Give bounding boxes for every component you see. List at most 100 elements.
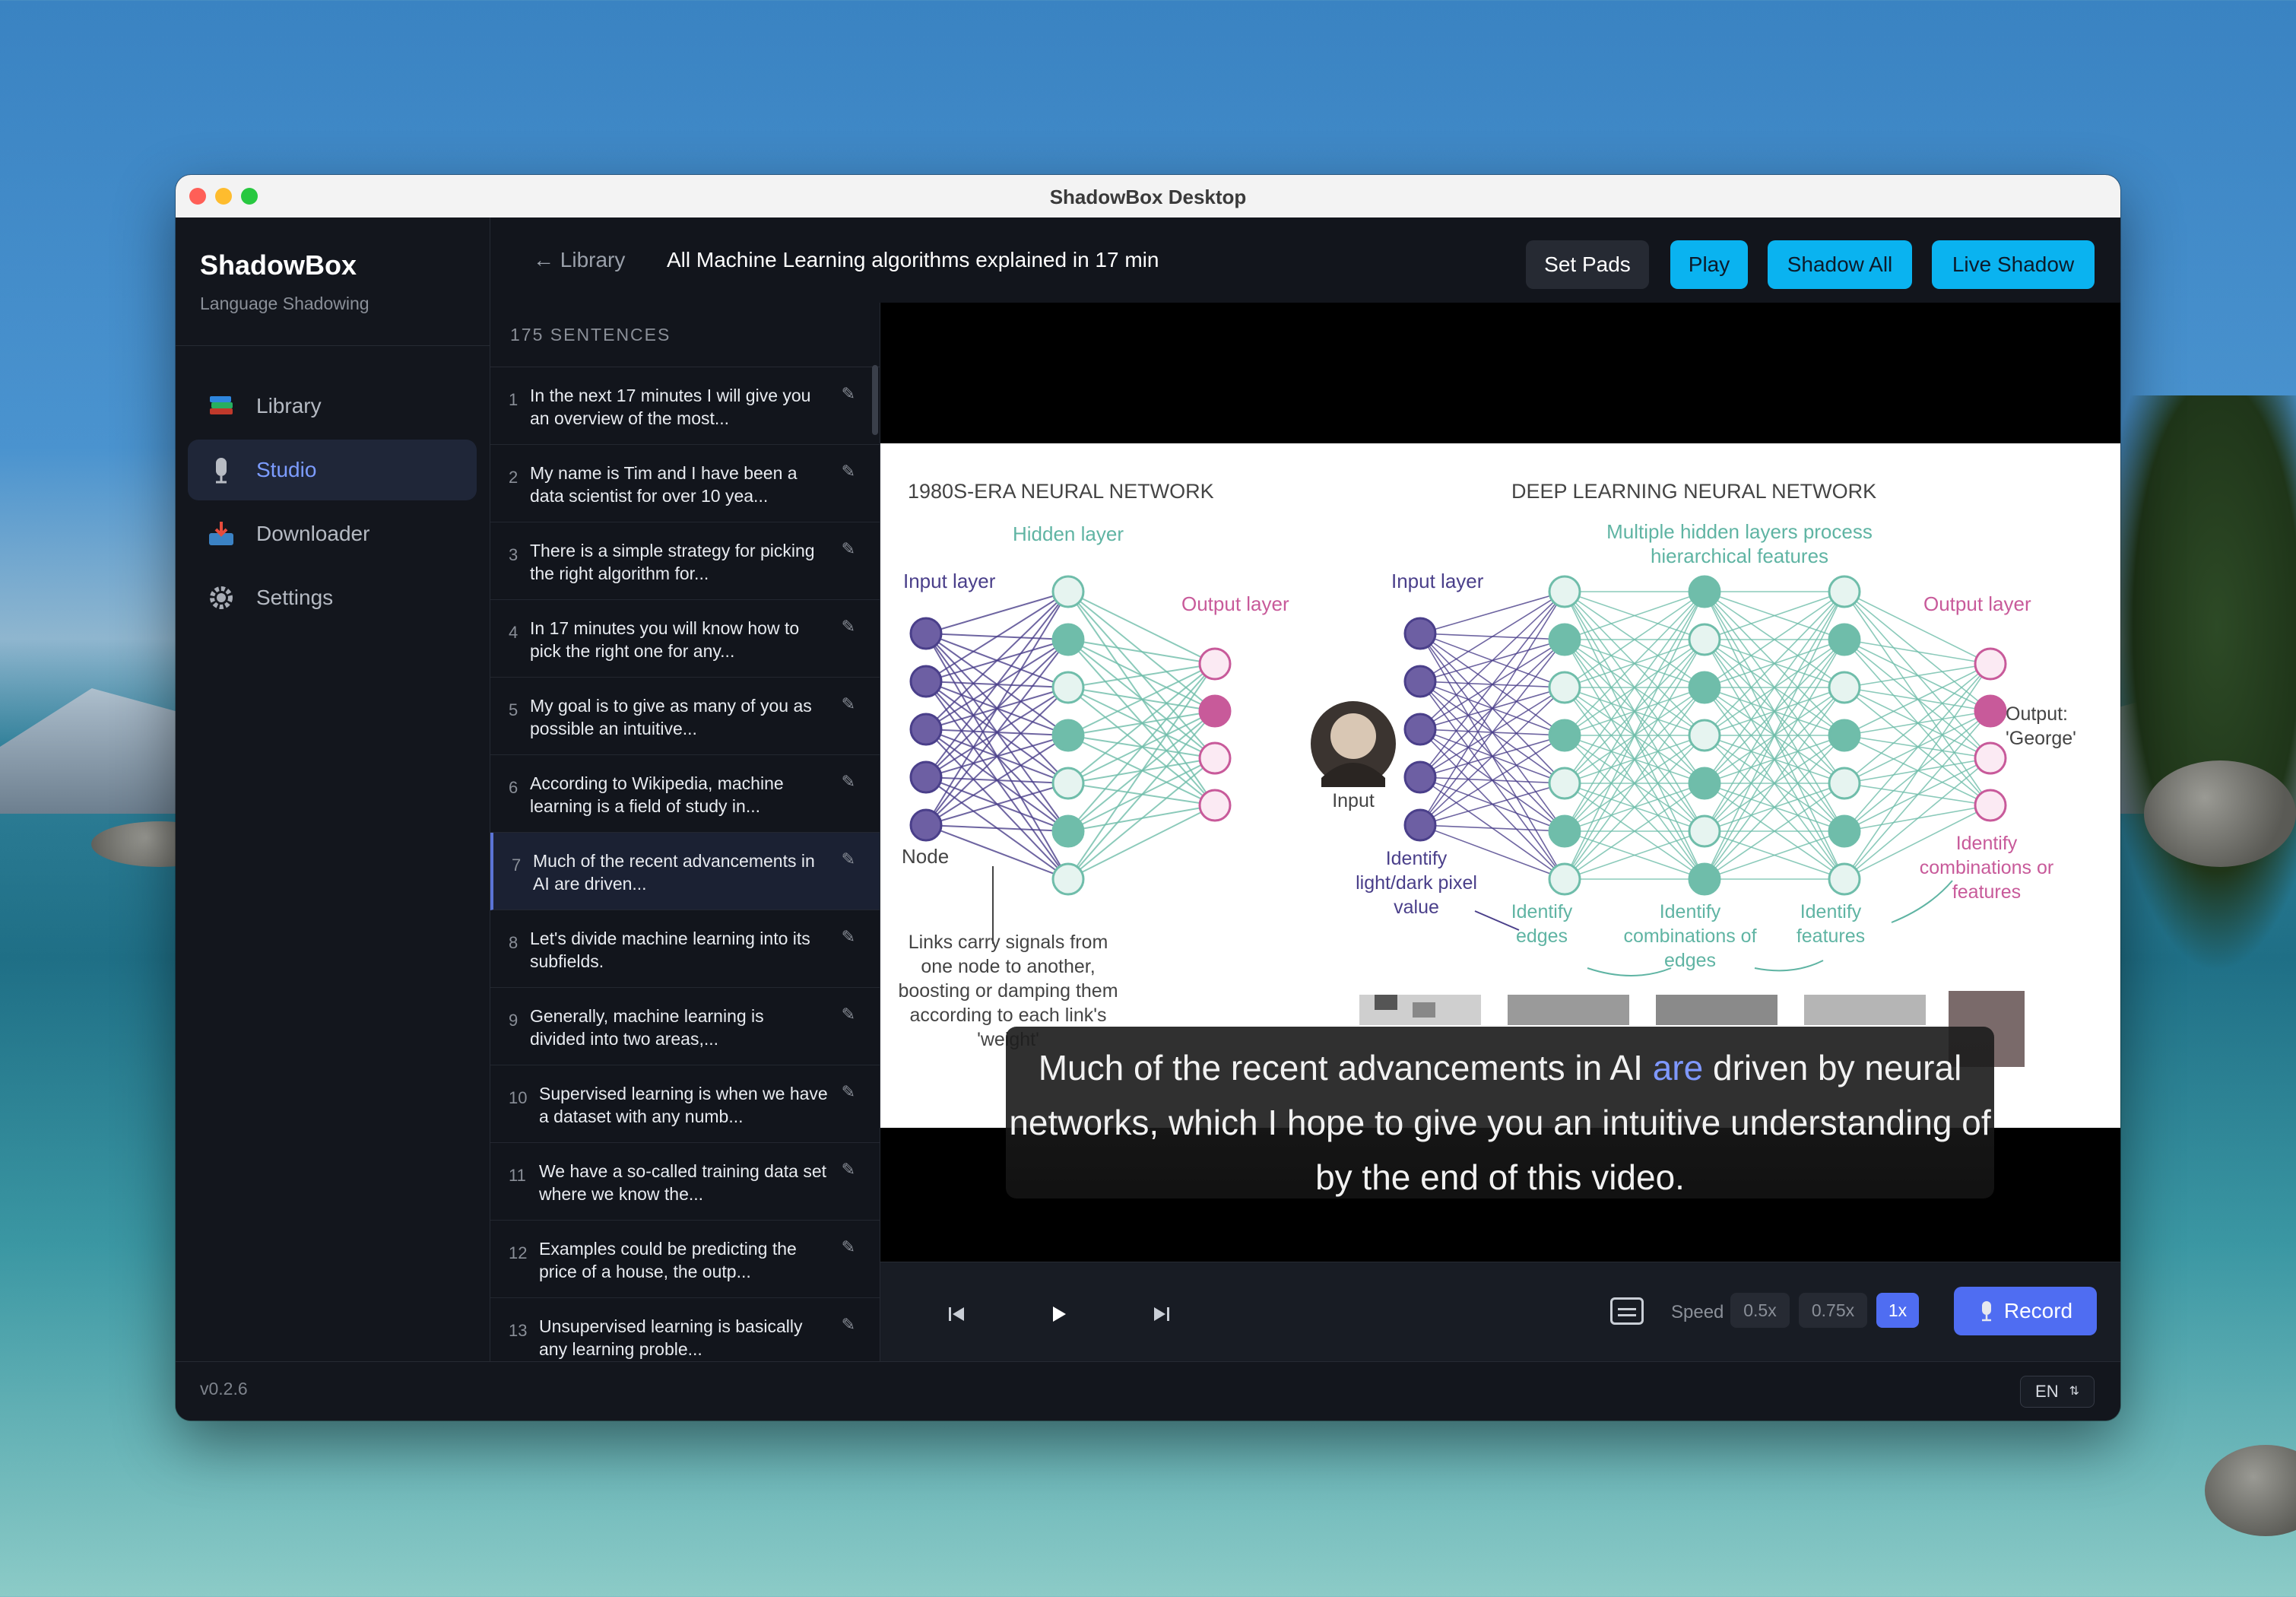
pencil-icon[interactable]: ✎ [842,1315,855,1335]
network-node [1198,694,1232,728]
microphone-icon [205,453,238,487]
network-node [909,808,943,842]
sentence-text: Let's divide machine learning into its s… [530,929,810,971]
sentence-item[interactable]: 13 Unsupervised learning is basically an… [490,1298,880,1361]
subtitle-text-before: Much of the recent advancements in AI [1038,1048,1653,1087]
sentence-item-active[interactable]: 7 Much of the recent advancements in AI … [490,833,880,910]
slide-left-title: 1980S-ERA NEURAL NETWORK [908,480,1214,503]
sentence-text: In the next 17 minutes I will give you a… [530,386,811,428]
network-link [1067,663,1216,784]
network-node [1548,814,1581,848]
sentence-number: 3 [509,545,519,564]
live-shadow-button[interactable]: Live Shadow [1932,240,2095,289]
language-select[interactable]: EN ⇅ [2020,1376,2095,1408]
chevron-up-down-icon: ⇅ [2069,1385,2079,1398]
output-layer-label-right: Output layer [1923,592,2031,615]
speed-option-0-5x[interactable]: 0.5x [1730,1293,1790,1328]
sentence-item[interactable]: 12 Examples could be predicting the pric… [490,1221,880,1298]
network-node [1828,623,1861,656]
identify-edges-caption: Identify edges [1511,901,1573,947]
sentence-list: 175 SENTENCES 1 In the next 17 minutes I… [490,303,880,1361]
pencil-icon[interactable]: ✎ [842,927,855,947]
shadow-all-button[interactable]: Shadow All [1768,240,1912,289]
record-label: Record [2003,1299,2073,1322]
pencil-icon[interactable]: ✎ [842,849,855,869]
identify-features-text: Identify features [1796,901,1866,947]
top-toolbar: ← Library All Machine Learning algorithm… [490,217,2120,303]
pencil-icon[interactable]: ✎ [842,617,855,637]
network-link [1067,663,1216,688]
pencil-icon[interactable]: ✎ [842,1237,855,1257]
network-node [1548,767,1581,800]
sentence-item[interactable]: 6 According to Wikipedia, machine learni… [490,755,880,833]
sentence-item[interactable]: 4 In 17 minutes you will know how to pic… [490,600,880,678]
network-node [1403,665,1437,698]
sentence-text: According to Wikipedia, machine learning… [530,773,784,816]
sidebar-item-settings[interactable]: Settings [188,567,477,628]
pencil-icon[interactable]: ✎ [842,539,855,559]
pencil-icon[interactable]: ✎ [842,772,855,792]
network-node [1828,862,1861,896]
network-node [1548,862,1581,896]
pencil-icon[interactable]: ✎ [842,1160,855,1179]
network-node [1828,767,1861,800]
sentence-item[interactable]: 8 Let's divide machine learning into its… [490,910,880,988]
sentence-text: In 17 minutes you will know how to pick … [530,618,800,661]
speed-option-0-75x[interactable]: 0.75x [1799,1293,1867,1328]
sentence-item[interactable]: 2 My name is Tim and I have been a data … [490,445,880,522]
sentence-text: We have a so-called training data set wh… [539,1161,827,1204]
video-player[interactable]: 1980S-ERA NEURAL NETWORK DEEP LEARNING N… [880,303,2120,1262]
sidebar-item-studio[interactable]: Studio [188,440,477,500]
play-pause-button[interactable] [1043,1299,1073,1329]
sentence-item[interactable]: 1 In the next 17 minutes I will give you… [490,367,880,445]
network-node [1688,767,1721,800]
back-to-library-link[interactable]: ← Library [533,248,625,272]
sentence-item[interactable]: 5 My goal is to give as many of you as p… [490,678,880,755]
input-image-label: Input [1332,790,1375,811]
identify-comb-features-text: Identify combinations or features [1919,833,2054,903]
network-node [1403,713,1437,746]
sentence-list-scrollbar[interactable] [872,365,878,435]
next-sentence-button[interactable] [1146,1299,1177,1329]
network-node [1688,575,1721,608]
sentence-item[interactable]: 11 We have a so-called training data set… [490,1143,880,1221]
sidebar-item-library[interactable]: Library [188,376,477,437]
neural-network-illustration: 1980S-ERA NEURAL NETWORK DEEP LEARNING N… [898,480,2076,1067]
sentence-item[interactable]: 10 Supervised learning is when we have a… [490,1065,880,1143]
sentence-number: 6 [509,778,519,797]
sentence-item[interactable]: 3 There is a simple strategy for picking… [490,522,880,600]
sentence-count: 175 SENTENCES [490,303,880,367]
set-pads-button[interactable]: Set Pads [1526,240,1649,289]
pencil-icon[interactable]: ✎ [842,694,855,714]
pencil-icon[interactable]: ✎ [842,1082,855,1102]
pencil-icon[interactable]: ✎ [842,462,855,481]
network-node [909,713,943,746]
network-node [1974,789,2007,822]
george-face [1330,713,1376,759]
window-title: ShadowBox Desktop [1049,186,1247,208]
play-button[interactable]: Play [1670,240,1748,289]
subtitle-overlay: Much of the recent advancements in AI ar… [1006,1027,1994,1199]
subtitles-toggle-icon[interactable] [1610,1297,1644,1325]
sentence-number: 7 [512,856,522,875]
sidebar-item-label: Library [256,394,322,418]
player-controls: Speed 0.5x 0.75x 1x Record [880,1262,2120,1362]
speed-label: Speed [1671,1302,1724,1322]
previous-sentence-button[interactable] [941,1299,972,1329]
network-node [1828,671,1861,704]
network-node [1828,814,1861,848]
sentence-number: 4 [509,623,519,642]
identify-pixel-caption: Identify light/dark pixel value [1356,848,1477,918]
speed-option-1x[interactable]: 1x [1876,1293,1919,1328]
pencil-icon[interactable]: ✎ [842,384,855,404]
gear-icon [205,581,238,614]
output-george-caption: Output: 'George' [2006,703,2076,749]
pencil-icon[interactable]: ✎ [842,1005,855,1024]
sidebar-item-downloader[interactable]: Downloader [188,503,477,564]
network-node [1403,760,1437,794]
network-link [1844,663,1991,784]
record-button[interactable]: Record [1954,1287,2097,1335]
background-tree [2098,395,2296,973]
network-node [1051,719,1085,752]
sentence-item[interactable]: 9 Generally, machine learning is divided… [490,988,880,1065]
